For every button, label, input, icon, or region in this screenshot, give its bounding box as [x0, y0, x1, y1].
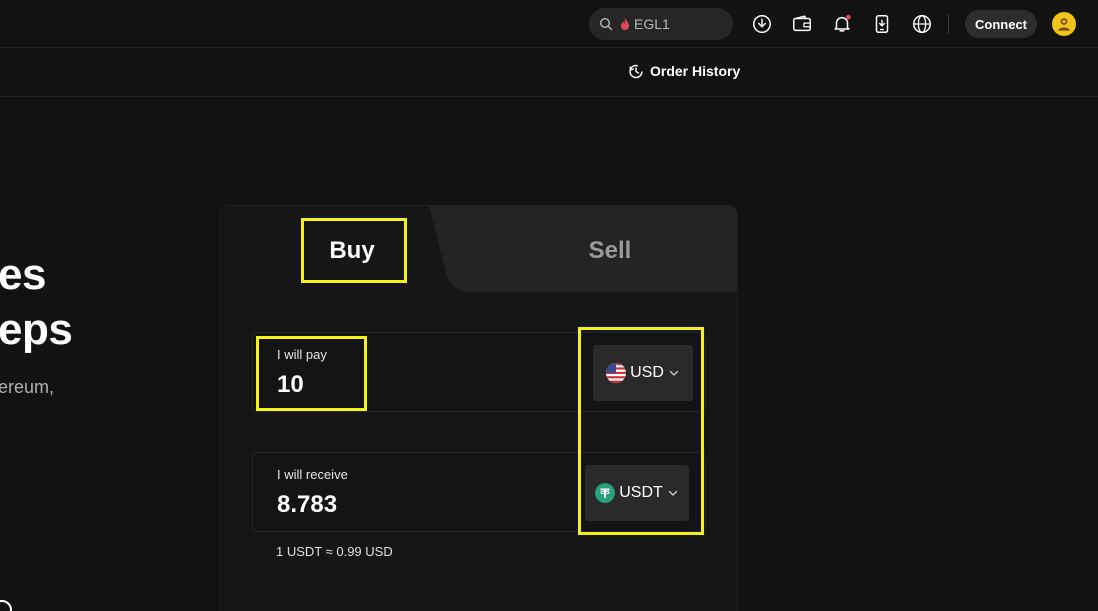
- clock-history-icon: [629, 64, 643, 79]
- exchange-rate: 1 USDT ≈ 0.99 USD: [276, 544, 393, 559]
- receive-label: I will receive: [277, 467, 348, 482]
- scroll-indicator-icon: [0, 600, 12, 611]
- highlight-pay-amount: [256, 336, 367, 411]
- avatar-icon[interactable]: [1052, 12, 1076, 36]
- hero-title-line-2: eps: [0, 305, 73, 354]
- download-icon[interactable]: [750, 12, 774, 36]
- tab-sell[interactable]: Sell: [580, 237, 640, 265]
- hero-subtitle: ereum,: [0, 377, 55, 397]
- highlight-buy-tab: [301, 218, 407, 283]
- search-box[interactable]: EGL1: [589, 8, 733, 40]
- highlight-currency-selectors: [578, 327, 704, 535]
- hero-title-line-1: es: [0, 250, 46, 299]
- order-history-link[interactable]: Order History: [628, 63, 740, 79]
- wallet-icon[interactable]: [790, 12, 814, 36]
- order-history-label: Order History: [650, 63, 741, 79]
- fire-icon: [619, 17, 631, 31]
- receive-amount-value: 8.783: [277, 491, 338, 518]
- top-bar: EGL1 Connect: [0, 0, 1098, 48]
- search-icon: [599, 17, 613, 31]
- search-text: EGL1: [634, 16, 670, 32]
- toolbar-divider: [948, 14, 949, 34]
- sub-nav: Order History: [0, 48, 1098, 97]
- mobile-download-icon[interactable]: [870, 12, 894, 36]
- globe-icon[interactable]: [910, 12, 934, 36]
- connect-button[interactable]: Connect: [965, 10, 1037, 38]
- bell-icon[interactable]: [830, 12, 854, 36]
